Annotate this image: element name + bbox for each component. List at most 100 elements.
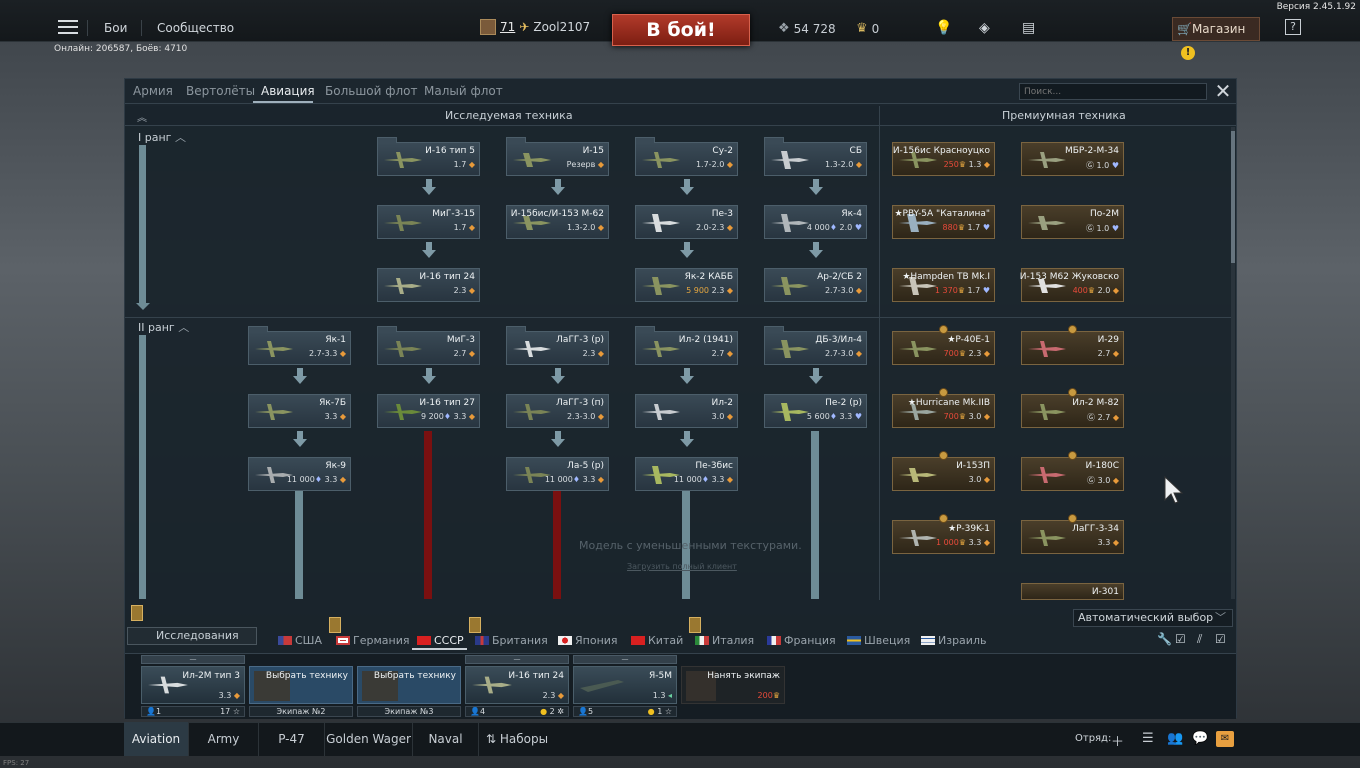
nation-tab-usa[interactable]: США — [278, 634, 322, 647]
tab-bluewater-fleet[interactable]: Большой флот — [325, 84, 418, 98]
tab-helicopters[interactable]: Вертолёты — [186, 84, 255, 98]
contacts-icon[interactable]: 👥 — [1167, 731, 1183, 746]
preset-army[interactable]: Army — [189, 722, 259, 756]
premium-vehicle-card[interactable]: ★PBY-5A "Каталина" 880♛ 1.7 ♥ — [892, 205, 995, 239]
silver-lions[interactable]: ❖ 54 728 — [778, 21, 836, 36]
premium-vehicle-card[interactable]: И-180С Ⓖ 3.0 ◆ — [1021, 451, 1124, 491]
vehicle-card[interactable]: Як-1 2.7-3.3 ◆ — [248, 326, 351, 365]
research-progress-label[interactable]: Исследования — [127, 627, 257, 645]
premium-vehicle-card[interactable]: Ил-2 М-82 Ⓖ 2.7 ◆ — [1021, 388, 1124, 428]
vehicle-card[interactable]: Ил-2 3.0 ◆ — [635, 394, 738, 428]
vehicle-card[interactable]: Ар-2/СБ 2 2.7-3.0 ◆ — [764, 268, 867, 302]
golden-eagles[interactable]: ♛ 0 — [856, 21, 879, 36]
checkbox-icon[interactable]: ☑ — [1175, 632, 1186, 646]
to-battle-button[interactable]: В бой! — [612, 14, 750, 46]
plane-icon — [1028, 467, 1066, 483]
vehicle-card[interactable]: Су-2 1.7-2.0 ◆ — [635, 137, 738, 176]
rank-2-label[interactable]: II ранг ︿ — [138, 319, 189, 335]
vehicle-card[interactable]: И-16 тип 5 1.7 ◆ — [377, 137, 480, 176]
vehicle-card[interactable]: И-16 тип 27 9 200♦ 3.3 ◆ — [377, 394, 480, 428]
vehicle-card[interactable]: МиГ-3-15 1.7 ◆ — [377, 205, 480, 239]
preset-golden-wager[interactable]: Golden Wager — [325, 722, 413, 756]
premium-vehicle-card[interactable]: И-153 М62 Жуковско 400♛ 2.0 ◆ — [1020, 268, 1124, 302]
help-button[interactable]: ? — [1285, 19, 1301, 35]
scrollbar-thumb[interactable] — [1231, 131, 1235, 263]
select-vehicle-slot[interactable]: Выбрать технику — [249, 666, 353, 704]
silver-lions-icon: ❖ — [778, 21, 790, 36]
premium-vehicle-card[interactable]: ЛаГГ-3-34 3.3 ◆ — [1021, 514, 1124, 554]
premium-vehicle-card[interactable]: ★Hampden TB Mk.I 1 370♛ 1.7 ♥ — [892, 268, 995, 302]
checkbox-icon[interactable]: ☑ — [1215, 632, 1226, 646]
active-nation-indicator — [412, 648, 467, 650]
wrench-icon[interactable]: 🔧 — [1157, 632, 1172, 646]
community-menu[interactable]: Сообщество — [157, 21, 234, 35]
vehicle-card[interactable]: Як-9 11 000♦ 3.3 ◆ — [248, 457, 351, 491]
tab-coastal-fleet[interactable]: Малый флот — [424, 84, 503, 98]
nation-tab-germany[interactable]: Германия — [336, 634, 409, 647]
premium-vehicle-card[interactable]: ★P-40E-1 700♛ 2.3 ◆ — [892, 325, 995, 365]
crew-slot[interactable]: И-16 тип 24 2.3 ◆ — [465, 666, 569, 704]
auto-select-dropdown[interactable]: Автоматический выбор ﹀ — [1073, 609, 1233, 627]
search-input[interactable] — [1019, 83, 1207, 100]
nation-tab-japan[interactable]: Япония — [558, 634, 618, 647]
nation-tab-israel[interactable]: Израиль — [921, 634, 986, 647]
list-icon[interactable]: ☰ — [1142, 731, 1154, 746]
germany-flag-icon — [336, 636, 350, 645]
premium-vehicle-card[interactable]: МБР-2-М-34 Ⓖ 1.0 ♥ — [1021, 142, 1124, 176]
presets-menu[interactable]: ⇅ Наборы — [479, 722, 555, 756]
vehicle-card[interactable]: Пе-3бис 11 000♦ 3.3 ◆ — [635, 457, 738, 491]
collapse-all-icon[interactable]: ︽ — [137, 109, 147, 124]
vehicle-card[interactable]: И-15 Резерв ◆ — [506, 137, 609, 176]
vehicle-card[interactable]: Пе-3 2.0-2.3 ◆ — [635, 205, 738, 239]
tab-army[interactable]: Армия — [133, 84, 173, 98]
ammo-icon[interactable]: ⫽ — [1197, 632, 1202, 647]
premium-vehicle-card[interactable]: ★Hurricane Mk.IIB 700♛ 3.0 ◆ — [892, 388, 995, 428]
vehicle-card[interactable]: И-15бис/И-153 М-62 1.3-2.0 ◆ — [506, 205, 609, 239]
vehicle-card[interactable]: Пе-2 (р) 5 600♦ 3.3 ♥ — [764, 394, 867, 428]
rank-1-label[interactable]: I ранг ︿ — [138, 129, 186, 145]
vehicle-card[interactable]: Як-2 КАББ 5 900 2.3 ◆ — [635, 268, 738, 302]
preset-aviation[interactable]: Aviation — [124, 722, 189, 756]
mail-icon[interactable]: ✉ — [1216, 731, 1234, 747]
player-profile[interactable]: 71 ✈ Zool2107 — [480, 19, 590, 35]
menu-icon[interactable] — [58, 20, 78, 36]
vehicle-card[interactable]: И-16 тип 24 2.3 ◆ — [377, 268, 480, 302]
premium-vehicle-card[interactable]: И-153П 3.0 ◆ — [892, 451, 995, 491]
premium-vehicle-card[interactable]: ★P-39K-1 1 000♛ 3.3 ◆ — [892, 514, 995, 554]
nation-tab-sweden[interactable]: Швеция — [847, 634, 910, 647]
add-squad-icon[interactable]: ＋ — [1111, 731, 1124, 750]
nation-tab-china[interactable]: Китай — [631, 634, 683, 647]
tab-aviation[interactable]: Авиация — [261, 84, 315, 98]
battles-menu[interactable]: Бои — [104, 21, 127, 35]
nation-tab-britain[interactable]: Британия — [475, 634, 548, 647]
nation-tab-italy[interactable]: Италия — [695, 634, 754, 647]
select-vehicle-slot[interactable]: Выбрать технику — [357, 666, 461, 704]
shop-button[interactable]: 🛒Магазин! — [1172, 17, 1260, 60]
preset-naval[interactable]: Naval — [413, 722, 479, 756]
premium-vehicle-card[interactable]: По-2М Ⓖ 1.0 ♥ — [1021, 205, 1124, 239]
vehicle-card[interactable]: ЛаГГ-3 (п) 2.3-3.0 ◆ — [506, 394, 609, 428]
close-icon[interactable]: ✕ — [1213, 81, 1233, 101]
premium-vehicle-card[interactable]: И-29 2.7 ◆ — [1021, 325, 1124, 365]
nation-tab-france[interactable]: Франция — [767, 634, 836, 647]
preset-p47[interactable]: P-47 — [259, 722, 325, 756]
nation-tab-ussr[interactable]: СССР — [417, 634, 464, 647]
premium-vehicle-card[interactable]: И-156ис Красноуцко 250♛ 1.3 ◆ — [892, 142, 995, 176]
lightbulb-icon[interactable]: 💡 — [935, 20, 952, 36]
ticket-icon[interactable]: ▤ — [1022, 20, 1035, 36]
crew-slot[interactable]: Я-5М 1.3 ◂ — [573, 666, 677, 704]
chat-icon[interactable]: 💬 — [1192, 731, 1208, 746]
crew-slot[interactable]: Ил-2М тип 3 3.3 ◆ — [141, 666, 245, 704]
vehicle-card[interactable]: Як-7Б 3.3 ◆ — [248, 394, 351, 428]
download-full-client-link[interactable]: Загрузить полный клиент — [627, 562, 737, 571]
vehicle-card[interactable]: ЛаГГ-3 (р) 2.3 ◆ — [506, 326, 609, 365]
premium-vehicle-card[interactable]: И-301 — [1021, 583, 1124, 600]
vehicle-card[interactable]: МиГ-3 2.7 ◆ — [377, 326, 480, 365]
hire-crew-slot[interactable]: Нанять экипаж 200♛ — [681, 666, 785, 704]
vehicle-card[interactable]: Ла-5 (р) 11 000♦ 3.3 ◆ — [506, 457, 609, 491]
decal-icon[interactable]: ◈ — [979, 20, 990, 36]
vehicle-card[interactable]: СБ 1.3-2.0 ◆ — [764, 137, 867, 176]
vehicle-card[interactable]: Ил-2 (1941) 2.7 ◆ — [635, 326, 738, 365]
vehicle-card[interactable]: ДБ-3/Ил-4 2.7-3.0 ◆ — [764, 326, 867, 365]
vehicle-card[interactable]: Як-4 4 000♦ 2.0 ♥ — [764, 205, 867, 239]
